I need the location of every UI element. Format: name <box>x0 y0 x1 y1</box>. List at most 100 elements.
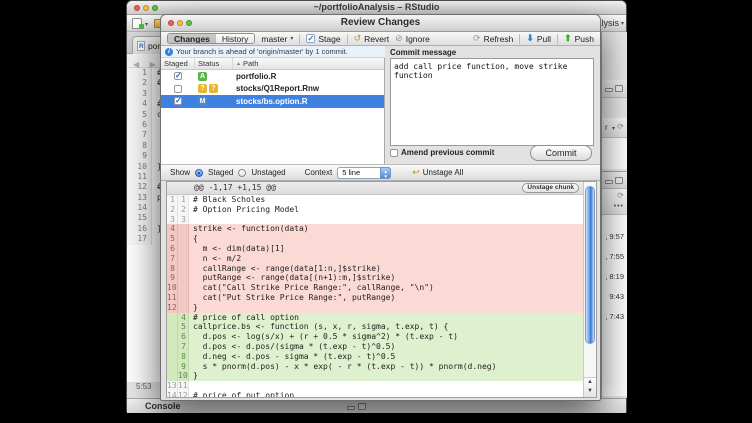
staged-checkbox[interactable] <box>174 97 182 105</box>
dialog-titlebar[interactable]: Review Changes <box>161 15 600 32</box>
minimize-pane-icon[interactable] <box>605 180 613 184</box>
diff-line[interactable]: 8 d.neg <- d.pos - sigma * (t.exp - t)^0… <box>167 352 583 362</box>
status-added-badge: A <box>198 72 207 81</box>
diff-line[interactable]: 6 m <- dim(data)[1] <box>167 244 583 254</box>
diff-line[interactable]: 7 d.pos <- d.pos/(sigma * (t.exp - t)^0.… <box>167 342 583 352</box>
close-icon[interactable] <box>134 5 140 11</box>
diff-line-text: # price of call option <box>189 313 299 323</box>
pane-controls <box>347 403 366 410</box>
chevron-down-icon[interactable]: ▾ <box>612 125 615 132</box>
line-number: 14 <box>127 203 152 213</box>
diff-line[interactable]: 10 } <box>167 371 583 381</box>
refresh-icon: ⟳ <box>473 34 481 43</box>
minimize-pane-icon[interactable] <box>347 406 355 410</box>
zoom-icon[interactable] <box>186 20 192 26</box>
table-row[interactable]: A portfolio.R <box>161 70 384 83</box>
refresh-icon[interactable]: ⟳ <box>617 191 624 200</box>
table-row[interactable]: M stocks/bs.option.R <box>161 95 384 108</box>
commit-button[interactable]: Commit <box>530 145 592 161</box>
minimize-icon[interactable] <box>143 5 149 11</box>
window-controls <box>134 5 158 11</box>
branch-selector[interactable]: master ▾ <box>261 34 293 44</box>
line-number: 8 <box>127 141 152 151</box>
scrollbar-thumb[interactable] <box>585 186 595 344</box>
scroll-down-icon[interactable]: ▼ <box>584 387 596 396</box>
diff-line[interactable]: 10 cat("Call Strike Price Range:", callR… <box>167 283 583 293</box>
old-line-number: 14 <box>167 391 178 397</box>
revert-button[interactable]: ↺ Revert <box>354 34 390 44</box>
ignore-button[interactable]: ⊘ Ignore <box>395 34 430 44</box>
maximize-pane-icon[interactable] <box>615 177 623 184</box>
staged-radio[interactable] <box>195 169 203 177</box>
diff-line[interactable]: 8 callRange <- range(data[1:n,]$strike) <box>167 264 583 274</box>
refresh-icon[interactable]: ⟳ <box>617 122 624 131</box>
diff-line[interactable]: 7 n <- m/2 <box>167 254 583 264</box>
diff-line[interactable]: 1 1 # Black Scholes <box>167 195 583 205</box>
top-right-pane-body <box>602 138 627 169</box>
tab-history[interactable]: History <box>216 34 254 43</box>
history-timestamp: 9:43 <box>602 287 627 307</box>
diff-line[interactable]: 5 { <box>167 234 583 244</box>
scroll-up-icon[interactable]: ▲ <box>584 378 596 387</box>
diff-line[interactable]: 14 12 # price of put option <box>167 391 583 397</box>
diff-line[interactable]: 9 s * pnorm(d.pos) - x * exp( - r * (t.e… <box>167 362 583 372</box>
more-icon[interactable]: ••• <box>614 203 624 210</box>
unstage-all-button[interactable]: ↩ Unstage All <box>412 168 463 177</box>
window-controls <box>168 20 192 26</box>
pull-button[interactable]: ⬇ Pull <box>526 34 551 44</box>
diff-line[interactable]: 4 strike <- function(data) <box>167 224 583 234</box>
main-titlebar[interactable]: ~/portfolioAnalysis – RStudio <box>127 1 626 15</box>
column-path[interactable]: ▲ Path <box>233 58 384 69</box>
tab-changes[interactable]: Changes <box>168 34 216 43</box>
history-timestamp: , 7:55 <box>602 247 627 267</box>
refresh-button[interactable]: ⟳ Refresh <box>473 34 513 44</box>
push-button[interactable]: ⬆ Push <box>564 34 594 44</box>
column-staged[interactable]: Staged <box>161 58 195 69</box>
staged-checkbox[interactable] <box>174 85 182 93</box>
hunk-range: @@ -1,17 +1,15 @@ <box>194 183 276 192</box>
new-file-icon[interactable] <box>132 18 142 29</box>
maximize-pane-icon[interactable] <box>615 85 623 92</box>
diff-scrollbar[interactable]: ▲ ▼ <box>583 182 596 397</box>
zoom-icon[interactable] <box>152 5 158 11</box>
unstage-chunk-button[interactable]: Unstage chunk <box>522 183 579 193</box>
table-row[interactable]: ? ? stocks/Q1Report.Rnw <box>161 83 384 96</box>
line-code <box>152 120 157 130</box>
top-right-pane-header <box>602 80 627 98</box>
divider <box>299 34 300 44</box>
old-line-number <box>167 342 178 352</box>
column-status[interactable]: Status <box>195 58 233 69</box>
diff-line[interactable]: 9 putRange <- range(data[(n+1):m,]$strik… <box>167 273 583 283</box>
new-line-number <box>178 244 189 254</box>
divider <box>519 34 520 44</box>
line-code <box>152 213 157 223</box>
old-line-number <box>167 313 178 323</box>
commit-message-input[interactable]: add call price function, move strike fun… <box>390 58 594 146</box>
minimize-pane-icon[interactable] <box>605 88 613 92</box>
diff-line[interactable]: 4 # price of call option <box>167 313 583 323</box>
diff-line[interactable]: 11 cat("Put Strike Price Range:", putRan… <box>167 293 583 303</box>
chevron-down-icon[interactable]: ▾ <box>145 21 148 28</box>
diff-line[interactable]: 12 } <box>167 303 583 313</box>
stage-button[interactable]: ✓ Stage <box>306 34 340 44</box>
staged-checkbox[interactable] <box>174 72 182 80</box>
unstaged-radio[interactable] <box>238 169 246 177</box>
amend-checkbox[interactable] <box>390 149 398 157</box>
old-line-number: 13 <box>167 381 178 391</box>
line-number: 10 <box>127 162 152 172</box>
context-select[interactable]: 5 line ▲▼ <box>337 167 391 179</box>
diff-line[interactable]: 13 11 <box>167 381 583 391</box>
line-code <box>152 141 157 151</box>
new-line-number <box>178 254 189 264</box>
diff-line[interactable]: 6 d.pos <- log(s/x) + (r + 0.5 * sigma^2… <box>167 332 583 342</box>
maximize-pane-icon[interactable] <box>358 403 366 410</box>
diff-line[interactable]: 5 callprice.bs <- function (s, x, r, sig… <box>167 322 583 332</box>
diff-line[interactable]: 3 3 <box>167 215 583 225</box>
old-line-number: 10 <box>167 283 178 293</box>
new-line-number: 1 <box>178 195 189 205</box>
minimize-icon[interactable] <box>177 20 183 26</box>
tab-console[interactable]: Console <box>145 401 181 411</box>
line-number: 11 <box>127 172 152 182</box>
diff-line[interactable]: 2 2 # Option Pricing Model <box>167 205 583 215</box>
close-icon[interactable] <box>168 20 174 26</box>
